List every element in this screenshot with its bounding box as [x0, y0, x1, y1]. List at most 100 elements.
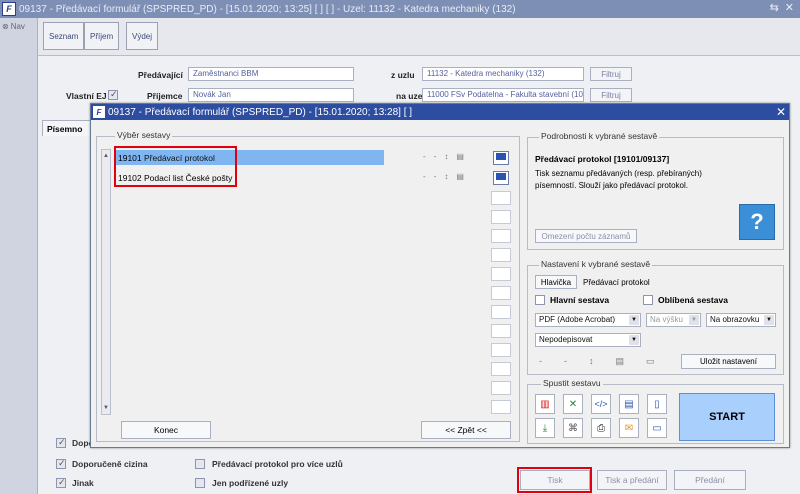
- sort-icon[interactable]: ↕: [444, 152, 448, 161]
- monitor-icon[interactable]: [493, 151, 509, 165]
- restore-icon[interactable]: ⇆: [770, 1, 779, 14]
- ulozit-nastaveni-button[interactable]: Uložit nastavení: [681, 354, 776, 369]
- oblibena-sestava-checkbox[interactable]: [643, 295, 653, 305]
- zpet-button[interactable]: << Zpět <<: [421, 421, 511, 439]
- window-title: 09137 - Předávací formulář (SPSPRED_PD) …: [19, 3, 516, 15]
- chevron-down-icon: ▼: [764, 315, 774, 325]
- seznam-button[interactable]: Seznam: [43, 22, 85, 50]
- podrobnosti-label: Podrobnosti k vybrané sestavě: [539, 131, 660, 141]
- vyber-sestavy-label: Výběr sestavy: [115, 130, 173, 140]
- excel-icon[interactable]: ✕: [563, 394, 583, 414]
- toolbar: Seznam Příjem Výdej: [38, 18, 800, 56]
- orientace-select[interactable]: Na výšku ▼: [646, 313, 701, 327]
- report-highlight: [114, 146, 237, 187]
- omezeni-button[interactable]: Omezení počtu záznamů: [535, 229, 637, 243]
- hlavni-sestava-label: Hlavní sestava: [550, 295, 610, 305]
- row-2-icons: - - ↕ ▤: [423, 172, 464, 181]
- list-side-cell: [491, 381, 511, 395]
- scroll-down-icon[interactable]: ▼: [102, 404, 110, 412]
- filtruj-button-2[interactable]: Filtruj: [590, 88, 632, 102]
- dialog-logo-icon: F: [93, 106, 105, 118]
- monitor-icon[interactable]: ▭: [646, 356, 655, 367]
- predavaci-vice-checkbox[interactable]: [195, 459, 205, 469]
- pdf-icon[interactable]: ▥: [535, 394, 555, 414]
- nav-toggle-button[interactable]: ⊗ Nav: [2, 22, 35, 31]
- list-side-cell: [491, 210, 511, 224]
- jinak-checkbox[interactable]: [56, 477, 66, 488]
- prijemce-input[interactable]: Novák Jan: [188, 88, 354, 102]
- vydej-button[interactable]: Výdej: [126, 22, 159, 50]
- monitor-icon[interactable]: [493, 171, 509, 185]
- jinak-label: Jinak: [72, 478, 94, 488]
- dash-icon: -: [433, 152, 437, 161]
- list-side-cell: [491, 267, 511, 281]
- format-value: PDF (Adobe Acrobat): [539, 315, 616, 324]
- predavaci-vice-label: Předávací protokol pro více uzlů: [212, 459, 343, 469]
- list-side-cell: [491, 286, 511, 300]
- dialog-close-icon[interactable]: ✕: [776, 105, 786, 119]
- hlavicka-value: Předávací protokol: [583, 278, 650, 287]
- screen-icon[interactable]: ▭: [647, 418, 667, 438]
- podpis-select[interactable]: Nepodepisovat ▼: [535, 333, 641, 347]
- list-side-cell: [491, 248, 511, 262]
- settings-icons: - - ↕ ▤ ▭: [539, 356, 655, 367]
- hlavicka-button[interactable]: Hlavička: [535, 275, 577, 289]
- print-icon[interactable]: ⎙: [591, 418, 611, 438]
- vystup-select[interactable]: Na obrazovku ▼: [706, 313, 776, 327]
- doc-icon[interactable]: ▯: [647, 394, 667, 414]
- xml-icon[interactable]: </>: [591, 394, 611, 414]
- filtruj-button-1[interactable]: Filtruj: [590, 67, 632, 81]
- nastaveni-label: Nastavení k vybrané sestavě: [539, 259, 653, 269]
- nav-label: Nav: [10, 22, 25, 31]
- vlastni-ej-checkbox[interactable]: [108, 89, 118, 100]
- close-icon[interactable]: ✕: [785, 1, 794, 14]
- z-uzlu-input[interactable]: 11132 - Katedra mechaniky (132): [422, 67, 584, 81]
- konec-button[interactable]: Konec: [121, 421, 211, 439]
- dopor-checkbox[interactable]: [56, 437, 66, 448]
- dash-icon: -: [423, 152, 426, 161]
- list-side-cell: [491, 324, 511, 338]
- oblibena-sestava-label: Oblíbená sestava: [658, 295, 728, 305]
- tab-pisemnosti[interactable]: Písemno: [42, 120, 94, 136]
- start-button[interactable]: START: [679, 393, 775, 441]
- word-icon[interactable]: ▤: [619, 394, 639, 414]
- detail-title: Předávací protokol [19101/09137]: [535, 154, 670, 164]
- predani-button[interactable]: Předání: [674, 470, 746, 490]
- sort-icon[interactable]: ↕: [444, 172, 448, 181]
- report-dialog: F 09137 - Předávací formulář (SPSPRED_PD…: [90, 103, 790, 448]
- nav-panel: ⊗ Nav: [0, 18, 38, 494]
- prijem-button[interactable]: Příjem: [84, 22, 120, 50]
- attach-icon[interactable]: ⌘: [563, 418, 583, 438]
- printer-help-icon[interactable]: ?: [739, 204, 775, 240]
- tisk-predani-button[interactable]: Tisk a předání: [597, 470, 667, 490]
- tisk-highlight: [517, 467, 592, 493]
- jen-podrizene-checkbox[interactable]: [195, 478, 205, 488]
- predavajici-input[interactable]: Zaměstnanci BBM: [188, 67, 354, 81]
- format-select[interactable]: PDF (Adobe Acrobat) ▼: [535, 313, 641, 327]
- jen-podrizene-label: Jen podřízené uzly: [212, 478, 289, 488]
- document-icon[interactable]: ▤: [456, 172, 464, 181]
- detail-text: Tisk seznamu předávaných (resp. přebíran…: [535, 169, 702, 190]
- chevron-down-icon: ▼: [629, 315, 639, 325]
- predavajici-label: Předávající: [138, 70, 183, 80]
- doporucene-cizina-checkbox[interactable]: [56, 458, 66, 469]
- document-icon[interactable]: ▤: [616, 356, 625, 367]
- z-uzlu-label: z uzlu: [391, 70, 415, 80]
- na-uzel-input[interactable]: 11000 FSv Podatelna - Fakulta stavební (…: [422, 88, 584, 102]
- download-icon[interactable]: ⤓: [535, 418, 555, 438]
- dash-icon: -: [539, 356, 542, 366]
- list-side-cell: [491, 229, 511, 243]
- na-uzel-label: na uzel: [396, 91, 425, 101]
- window-titlebar: F 09137 - Předávací formulář (SPSPRED_PD…: [0, 0, 800, 18]
- scroll-up-icon[interactable]: ▲: [102, 152, 110, 160]
- document-icon[interactable]: ▤: [456, 152, 464, 161]
- dialog-title: 09137 - Předávací formulář (SPSPRED_PD) …: [108, 106, 413, 118]
- sort-icon[interactable]: ↕: [589, 356, 594, 367]
- email-icon[interactable]: ✉: [619, 418, 639, 438]
- list-side-cell: [491, 362, 511, 376]
- spustit-label: Spustit sestavu: [541, 378, 603, 388]
- hlavni-sestava-checkbox[interactable]: [535, 295, 545, 305]
- list-side-cell: [491, 343, 511, 357]
- app-logo-icon: F: [2, 2, 16, 16]
- report-list-scrollbar[interactable]: ▲ ▼: [101, 149, 111, 415]
